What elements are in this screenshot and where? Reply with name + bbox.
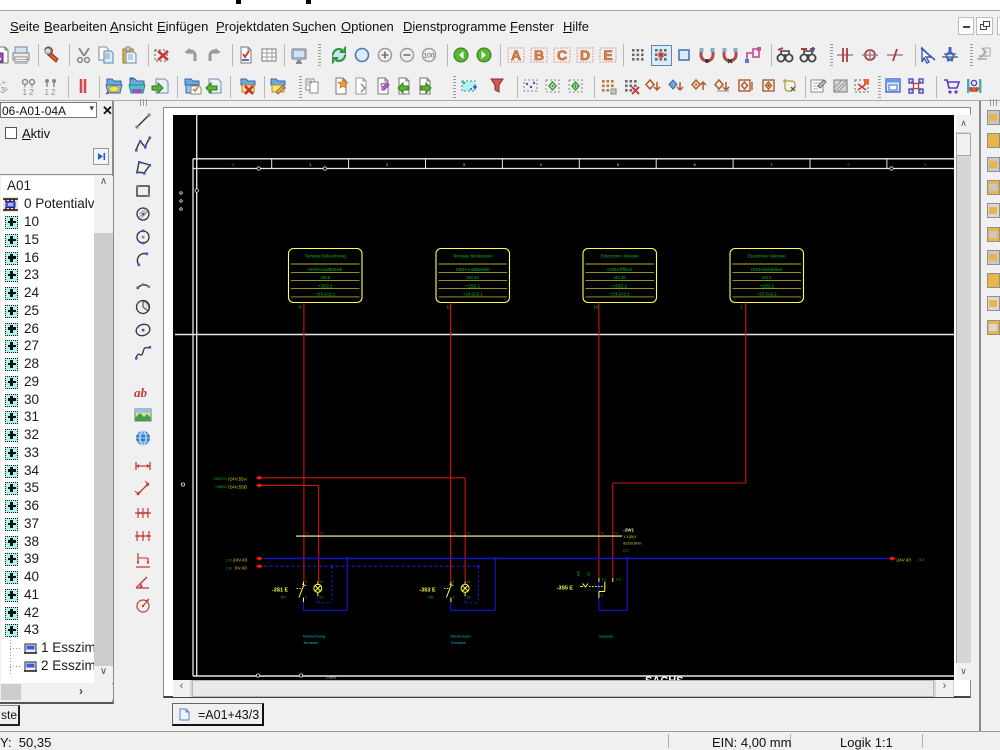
- svg-text:RD: RD: [429, 596, 434, 600]
- svg-text:+25/2.2: +25/2.2: [466, 283, 481, 288]
- svg-text:3: 3: [601, 593, 603, 597]
- svg-text:I44.0: I44.0: [762, 275, 772, 280]
- svg-text:X1: X1: [467, 580, 471, 584]
- svg-text:2.9/: 2.9/: [226, 566, 232, 570]
- svg-text:A: A: [511, 47, 521, 63]
- svg-text:I43.10: I43.10: [467, 275, 479, 280]
- svg-text:HIGH-Aus/Betrieb: HIGH-Aus/Betrieb: [456, 267, 491, 272]
- svg-text:+25/2.2: +25/2.2: [613, 283, 628, 288]
- svg-text:E: E: [603, 47, 612, 63]
- svg-text:Esszimmer Jalousie: Esszimmer Jalousie: [748, 254, 786, 259]
- svg-text:HIGH-Öffnen: HIGH-Öffnen: [607, 267, 632, 272]
- svg-text:4.2: 4.2: [616, 577, 621, 581]
- svg-text:33²: 33²: [0, 86, 8, 95]
- svg-text:HIGH-Aus/Betrieb: HIGH-Aus/Betrieb: [308, 267, 343, 272]
- svg-text:+23-2A2.1: +23-2A2.1: [463, 292, 483, 297]
- svg-text:2.9/: 2.9/: [226, 558, 232, 562]
- svg-text:-3S3 E: -3S3 E: [420, 588, 437, 594]
- svg-text:100: 100: [424, 53, 435, 60]
- svg-text:C: C: [557, 47, 567, 63]
- svg-text:+23-2A2.1: +23-2A2.1: [315, 292, 335, 297]
- svg-text:RD: RD: [281, 596, 286, 600]
- svg-text:8x2x0,6mm: 8x2x0,6mm: [623, 541, 641, 545]
- svg-text:X2: X2: [467, 595, 471, 599]
- svg-text:/4.0: /4.0: [919, 558, 925, 562]
- svg-text:24V.43: 24V.43: [233, 558, 248, 564]
- svg-text:4: 4: [452, 580, 454, 584]
- svg-text:Zu: Zu: [587, 572, 591, 576]
- svg-text:16: 16: [594, 305, 600, 310]
- svg-text:B: B: [534, 47, 544, 63]
- svg-text:-3S5 E: -3S5 E: [557, 585, 574, 591]
- svg-text:Beleuchtung: Beleuchtung: [303, 633, 325, 638]
- svg-text:Terrasse Beleuchtung: Terrasse Beleuchtung: [305, 254, 347, 259]
- svg-text:Steckdosen: Steckdosen: [451, 633, 472, 638]
- svg-text:SACHS: SACHS: [645, 675, 684, 680]
- svg-text:1-100.0: 1-100.0: [326, 676, 337, 680]
- svg-text:X1: X1: [319, 580, 323, 584]
- svg-text:1-Y(St)Y: 1-Y(St)Y: [623, 535, 637, 539]
- svg-text:1: 1: [309, 163, 311, 167]
- svg-text:+30/17.9: +30/17.9: [213, 477, 227, 481]
- svg-text:Auf: Auf: [577, 571, 581, 576]
- svg-text:9: 9: [924, 163, 926, 167]
- svg-text:8: 8: [847, 163, 849, 167]
- svg-text:+55/6.0: +55/6.0: [215, 485, 227, 489]
- svg-text:D: D: [580, 47, 590, 63]
- svg-text:Terrasse: Terrasse: [451, 640, 467, 645]
- svg-text:7: 7: [771, 163, 773, 167]
- svg-text:1 2: 1 2: [45, 88, 57, 97]
- svg-text:Terrasse Steckdosen: Terrasse Steckdosen: [453, 254, 493, 259]
- svg-text:4: 4: [305, 580, 307, 584]
- svg-text:HIGH-Schließen: HIGH-Schließen: [751, 267, 783, 272]
- svg-text:3: 3: [452, 595, 454, 599]
- svg-text:/24V.55B: /24V.55B: [228, 484, 247, 490]
- svg-text:3: 3: [305, 595, 307, 599]
- svg-text:I43.15: I43.15: [614, 275, 626, 280]
- svg-text:24V.43: 24V.43: [896, 557, 911, 563]
- svg-text:Jalousie: Jalousie: [599, 633, 614, 638]
- svg-text:0V.43: 0V.43: [235, 566, 247, 572]
- svg-text:5: 5: [617, 163, 619, 167]
- svg-text:ab: ab: [134, 385, 148, 400]
- svg-text:(2.1: (2.1: [623, 548, 629, 552]
- svg-text:+23-2A2.2: +23-2A2.2: [757, 292, 777, 297]
- svg-text:+25/2.2: +25/2.2: [318, 283, 333, 288]
- svg-text:-2W1: -2W1: [623, 527, 634, 532]
- svg-text:4.1: 4.1: [602, 577, 607, 581]
- svg-text:-3S1 E: -3S1 E: [272, 588, 289, 594]
- svg-text:+23-2A2.1: +23-2A2.1: [610, 292, 630, 297]
- svg-text:6: 6: [694, 163, 696, 167]
- svg-text:+25/2.6: +25/2.6: [760, 283, 775, 288]
- svg-text:0: 0: [232, 163, 234, 167]
- svg-text:2: 2: [386, 163, 388, 167]
- svg-text:3: 3: [463, 163, 465, 167]
- svg-text:1 2: 1 2: [23, 88, 35, 97]
- svg-text:/24V.55A: /24V.55A: [228, 476, 248, 482]
- svg-text:4: 4: [540, 163, 542, 167]
- svg-text:X2: X2: [319, 595, 323, 599]
- svg-text:Terrasse: Terrasse: [303, 640, 319, 645]
- svg-text:1: 1: [741, 305, 744, 310]
- svg-text:Esszimmer Jalousie: Esszimmer Jalousie: [601, 254, 639, 259]
- svg-text:9: 9: [299, 305, 302, 310]
- svg-text:I43.8: I43.8: [321, 275, 331, 280]
